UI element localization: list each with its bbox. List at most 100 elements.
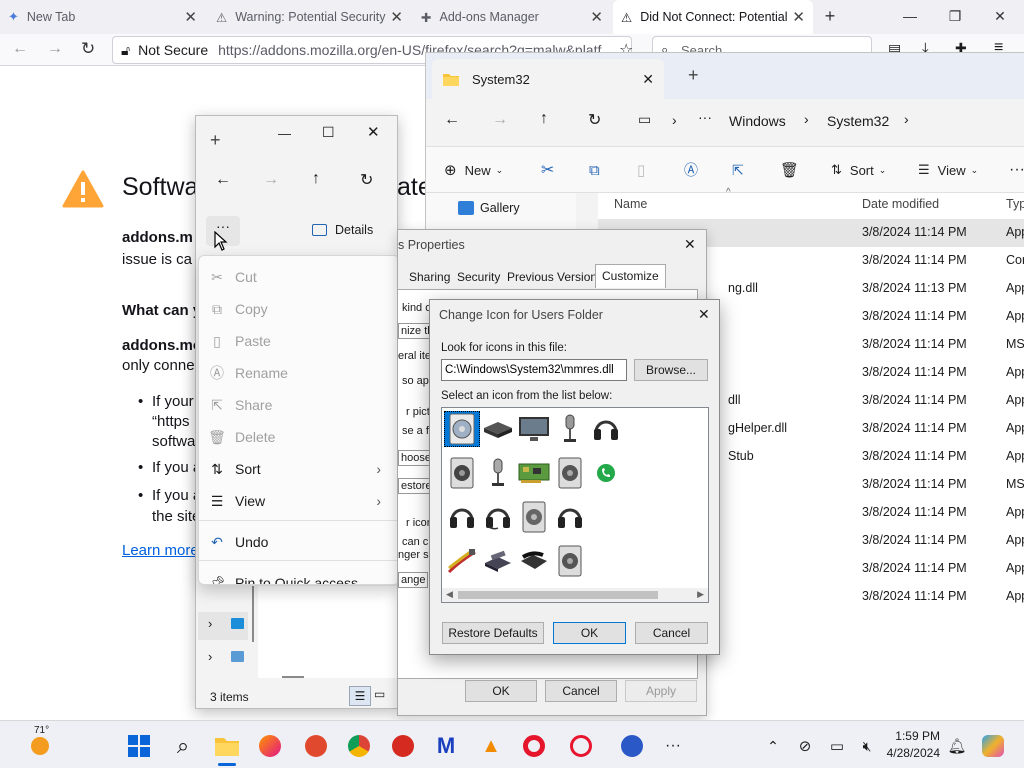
more-breadcrumb-icon[interactable]: ··· (698, 109, 712, 125)
column-header-name[interactable]: Name (614, 197, 647, 211)
close-window-button[interactable]: ✕ (988, 4, 1012, 28)
close-tab-icon[interactable]: ✕ (792, 8, 805, 26)
notification-bell-icon[interactable]: 🔔︎ (944, 733, 970, 759)
malwarebytes-taskbar-icon[interactable]: M (433, 733, 459, 759)
clock-time[interactable]: 1:59 PM (890, 729, 940, 743)
scroll-left-icon[interactable]: ◀ (446, 589, 453, 600)
network-device-icon[interactable] (480, 411, 516, 447)
start-button[interactable] (126, 733, 152, 759)
opera-taskbar-icon[interactable] (521, 733, 547, 759)
network-disconnected-icon[interactable]: ⊘ (792, 733, 818, 759)
scrollbar-horizontal[interactable] (282, 676, 304, 678)
speaker-icon[interactable] (552, 543, 588, 579)
menu-item-share[interactable]: ⇱ Share (199, 390, 399, 420)
forward-icon[interactable]: → (492, 111, 508, 129)
scroll-thumb[interactable] (458, 591, 658, 599)
restore-defaults-button[interactable]: Restore Defaults (442, 622, 544, 644)
up-icon[interactable]: ↑ (312, 170, 320, 188)
rename-icon[interactable]: Ⓐ (684, 155, 698, 185)
forward-icon[interactable]: → (263, 171, 279, 189)
tiles-view-toggle[interactable]: ▭ (374, 687, 385, 701)
tab-sharing[interactable]: Sharing (403, 266, 456, 290)
clock-date[interactable]: 4/28/2024 (882, 746, 940, 760)
refresh-icon[interactable]: ↻ (360, 170, 373, 190)
app-taskbar-icon[interactable] (619, 733, 645, 759)
ok-button[interactable]: OK (465, 680, 537, 702)
volume-muted-icon[interactable]: 🔇︎ (854, 733, 880, 759)
menu-item-pin-quick-access[interactable]: 📌︎ Pin to Quick access (199, 568, 399, 585)
minimize-button[interactable]: — (898, 4, 922, 28)
scroll-right-icon[interactable]: ▶ (697, 589, 704, 600)
vlc-taskbar-icon[interactable]: ▲ (478, 733, 504, 759)
menu-item-sort[interactable]: ⇅ Sort › (199, 454, 399, 484)
refresh-icon[interactable]: ↻ (588, 110, 601, 130)
tab-did-not-connect[interactable]: ⚠ Did Not Connect: Potential ✕ (613, 0, 813, 34)
copy-icon[interactable]: ⧉ (589, 155, 600, 185)
search-icon[interactable]: ⌕ (170, 733, 196, 759)
tab-previous-versions[interactable]: Previous Versions (501, 266, 609, 290)
back-icon[interactable]: ← (444, 111, 460, 129)
sort-button[interactable]: ⇅ Sort ⌄ (831, 155, 886, 185)
back-icon[interactable]: ← (215, 171, 231, 189)
close-dialog-button[interactable]: ✕ (684, 236, 696, 253)
close-window-button[interactable]: ✕ (367, 123, 380, 141)
app-taskbar-icon[interactable] (390, 733, 416, 759)
microphone-icon[interactable] (552, 411, 588, 447)
back-icon[interactable]: ← (12, 40, 28, 58)
cancel-button[interactable]: Cancel (635, 622, 708, 644)
column-header-type[interactable]: Typ (1006, 197, 1024, 211)
headphones-icon[interactable] (552, 499, 588, 535)
maximize-button[interactable]: ☐ (322, 124, 335, 141)
close-tab-icon[interactable]: ✕ (642, 71, 654, 88)
tab-security-warning[interactable]: ⚠ Warning: Potential Security ✕ (208, 0, 411, 34)
menu-item-undo[interactable]: ↶ Undo (199, 527, 399, 557)
new-tab-button[interactable]: + (688, 65, 699, 86)
opera-gx-taskbar-icon[interactable] (568, 733, 594, 759)
view-button[interactable]: ☰ View ⌄ (918, 155, 978, 185)
sound-card-icon[interactable] (516, 455, 552, 491)
monitor-icon[interactable] (516, 411, 552, 447)
breadcrumb-system32[interactable]: System32 (827, 113, 889, 129)
more-apps-icon[interactable]: ··· (660, 733, 686, 759)
app-taskbar-icon[interactable] (303, 733, 329, 759)
explorer-tab-system32[interactable]: System32 ✕ (432, 59, 664, 99)
close-tab-icon[interactable]: ✕ (590, 8, 603, 26)
chevron-right-icon[interactable]: › (208, 616, 212, 631)
speaker-icon[interactable] (444, 411, 480, 447)
menu-item-paste[interactable]: ▯ Paste (199, 326, 399, 356)
column-header-date[interactable]: Date modified (862, 197, 939, 211)
paste-icon[interactable]: ▯ (637, 155, 645, 185)
close-tab-icon[interactable]: ✕ (390, 8, 403, 26)
new-tab-button[interactable]: + (818, 4, 842, 28)
reload-icon[interactable]: ↻ (81, 39, 95, 59)
menu-item-delete[interactable]: 🗑︎ Delete (199, 422, 399, 452)
learn-more-link[interactable]: Learn more (122, 542, 199, 559)
headset-mic-icon[interactable] (480, 499, 516, 535)
breadcrumb-windows[interactable]: Windows (729, 113, 786, 129)
browse-button[interactable]: Browse... (634, 359, 708, 381)
tab-customize[interactable]: Customize (595, 264, 666, 288)
firefox-taskbar-icon[interactable] (257, 733, 283, 759)
minimize-button[interactable]: — (278, 126, 291, 141)
microphone-icon[interactable] (480, 455, 516, 491)
new-button[interactable]: ⊕ New ⌄ (444, 155, 503, 185)
speaker-icon[interactable] (552, 455, 588, 491)
tab-addons-manager[interactable]: ✚ Add-ons Manager ✕ (413, 0, 611, 34)
new-tab-button[interactable]: + (210, 130, 221, 151)
share-icon[interactable]: ⇱ (732, 155, 744, 185)
scrollbar-horizontal[interactable]: ◀ ▶ (442, 588, 708, 602)
display-icon[interactable]: ▭ (824, 733, 850, 759)
menu-item-view[interactable]: ☰ View › (199, 486, 399, 516)
details-button[interactable]: Details (312, 223, 373, 237)
tab-new-tab[interactable]: ✦ New Tab ✕ (0, 0, 205, 34)
headset-icon[interactable] (444, 499, 480, 535)
headphones-icon[interactable] (588, 411, 624, 447)
close-dialog-button[interactable]: ✕ (698, 306, 710, 323)
delete-icon[interactable]: 🗑︎ (780, 155, 799, 185)
cancel-button[interactable]: Cancel (545, 680, 617, 702)
restore-button[interactable]: ❐ (943, 4, 967, 28)
sidebar-item-gallery[interactable]: Gallery (458, 201, 520, 215)
chevron-right-icon[interactable]: › (208, 649, 212, 664)
telephone-icon[interactable] (516, 543, 552, 579)
chevron-up-icon[interactable]: ⌃ (760, 733, 786, 759)
